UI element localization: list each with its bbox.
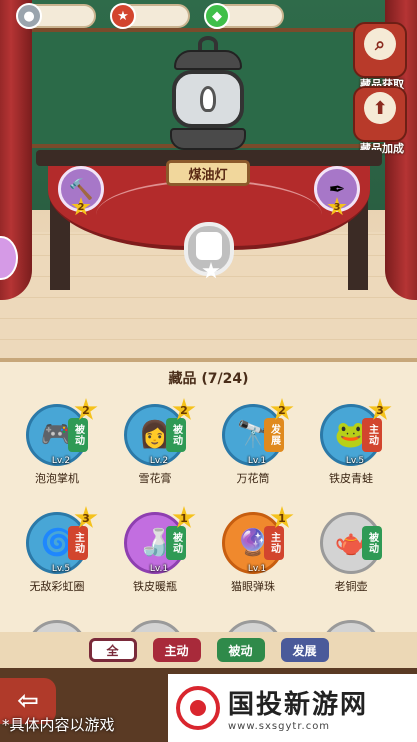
item-name: 铁皮暖瓶	[133, 580, 177, 593]
item-level: Lv.5	[345, 456, 365, 466]
item-level: Lv.2	[51, 456, 71, 466]
item-type-tag: 发展	[264, 418, 284, 452]
item-name: 无敌彩虹圈	[29, 580, 85, 593]
item-name: 泡泡掌机	[35, 472, 79, 485]
item-type-tag: 主动	[362, 418, 382, 452]
item-type-tag: 被动	[166, 418, 186, 452]
collection-item[interactable]: ◌主	[12, 614, 110, 634]
collection-item[interactable]: 🫖 被动 老铜壶	[306, 506, 404, 602]
item-level: Lv.1	[247, 564, 267, 574]
item-type-tag: 主动	[264, 526, 284, 560]
display-stage: ● ★ ◆ ⌕ 藏品获取 ⬆ 藏品加成 煤油灯 🔨 2 ✒ 3	[0, 0, 417, 360]
up-arrow-icon: ⬆	[364, 92, 396, 124]
filter-passive-button[interactable]: 被动	[216, 638, 265, 662]
watermark: 国投新游网 www.sxsgytr.com	[168, 674, 417, 742]
item-level: Lv.1	[247, 456, 267, 466]
item-name: 雪花膏	[138, 472, 172, 485]
green-gem-icon: ◆	[204, 3, 230, 29]
filter-develop-button[interactable]: 发展	[280, 638, 329, 662]
collection-item[interactable]: 🔮 主动 1 Lv.1 猫眼弹珠	[208, 506, 306, 602]
equip-slot-right[interactable]: ✒ 3	[314, 166, 360, 216]
magnifier-icon: ⌕	[364, 28, 396, 60]
item-level: Lv.1	[149, 564, 169, 574]
collection-item[interactable]: 🎮 被动 2 Lv.2 泡泡掌机	[12, 398, 110, 494]
collection-item[interactable]: 🔭 发展 2 Lv.1 万花筒	[208, 398, 306, 494]
empty-slot-icon	[196, 232, 222, 260]
collection-title: 藏品 (7/24)	[168, 371, 249, 387]
resource-bar-medal[interactable]: ★	[110, 3, 190, 29]
collection-item[interactable]: 🍶 被动 1 Lv.1 铁皮暖瓶	[110, 506, 208, 602]
filter-active-button[interactable]: 主动	[152, 638, 201, 662]
item-type-tag: 主动	[68, 526, 88, 560]
avatar-icon: ●	[16, 3, 42, 29]
item-type-tag: 被动	[166, 526, 186, 560]
collection-grid: 🎮 被动 2 Lv.2 泡泡掌机 👩 被动 2 Lv.2 雪花膏 🔭 发展 2 Lv.1 万花筒 🐸 主动 3 Lv…	[12, 398, 406, 634]
collection-acquire-button[interactable]: ⌕ 藏品获取	[353, 22, 407, 91]
back-arrow-icon: ⇦	[17, 686, 39, 716]
item-type-tag: 被动	[362, 526, 382, 560]
collection-item[interactable]: ◌被	[306, 614, 404, 634]
collection-bonus-button[interactable]: ⬆ 藏品加成	[353, 86, 407, 155]
item-name: 铁皮青蛙	[329, 472, 373, 485]
item-level: Lv.2	[149, 456, 169, 466]
collection-item[interactable]: ◌主	[110, 614, 208, 634]
collection-item[interactable]: 🌀 主动 3 Lv.5 无敌彩虹圈	[12, 506, 110, 602]
collection-item[interactable]: 🐸 主动 3 Lv.5 铁皮青蛙	[306, 398, 404, 494]
star-medal-icon: ★	[110, 3, 136, 29]
item-name: 猫眼弹珠	[231, 580, 275, 593]
item-name: 万花筒	[236, 472, 270, 485]
disclaimer-text: *具体内容以游戏	[2, 716, 115, 734]
equip-slot-center[interactable]	[184, 222, 234, 279]
filter-bar: 全 主动 被动 发展	[0, 632, 417, 668]
item-level: Lv.5	[51, 564, 71, 574]
filter-all-button[interactable]: 全	[88, 638, 137, 662]
collection-item[interactable]: 👩 被动 2 Lv.2 雪花膏	[110, 398, 208, 494]
item-name: 老铜壶	[334, 580, 368, 593]
watermark-name: 国投新游网	[228, 690, 369, 720]
item-nameplate: 煤油灯	[166, 160, 250, 186]
kerosene-lamp-icon[interactable]	[160, 36, 256, 154]
item-type-tag: 被动	[68, 418, 88, 452]
collection-panel: 藏品 (7/24) 🎮 被动 2 Lv.2 泡泡掌机 👩 被动 2 Lv.2 雪花膏 🔭 发展 2 Lv.…	[0, 358, 417, 668]
equip-slot-left[interactable]: 🔨 2	[58, 166, 104, 216]
resource-bar-avatar[interactable]: ●	[16, 3, 96, 29]
resource-bar-gem[interactable]: ◆	[204, 3, 284, 29]
watermark-logo-icon	[176, 686, 220, 730]
collection-item[interactable]: ◌被	[208, 614, 306, 634]
watermark-url: www.sxsgytr.com	[228, 721, 331, 732]
